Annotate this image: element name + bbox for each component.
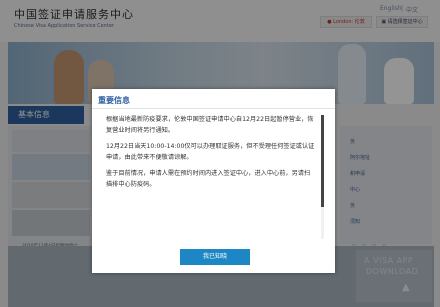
acknowledge-button[interactable]: 我已知晓	[180, 249, 250, 265]
dialog-scrollbar[interactable]	[321, 115, 324, 239]
dialog-paragraph: 12月22日当天10:00-14:00仅可以办理取证服务，但不受理任何签证或认证…	[106, 143, 315, 161]
dialog-divider	[92, 108, 335, 109]
dialog-paragraph: 鉴于目前情况，申请人需在预约时间内进入签证中心，进入中心前，另请扫描排中心防疫码…	[106, 170, 311, 188]
dialog-body: 根据当地最新防疫要求，伦敦中国签证申请中心自12月22日起暂停营业，恢复营业时间…	[106, 115, 316, 235]
important-info-dialog: 重要信息 根据当地最新防疫要求，伦敦中国签证申请中心自12月22日起暂停营业，恢…	[92, 89, 335, 273]
dialog-title: 重要信息	[98, 96, 130, 105]
scrollbar-thumb[interactable]	[321, 115, 324, 207]
dialog-paragraph: 根据当地最新防疫要求，伦敦中国签证申请中心自12月22日起暂停营业，恢复营业时间…	[106, 116, 314, 134]
